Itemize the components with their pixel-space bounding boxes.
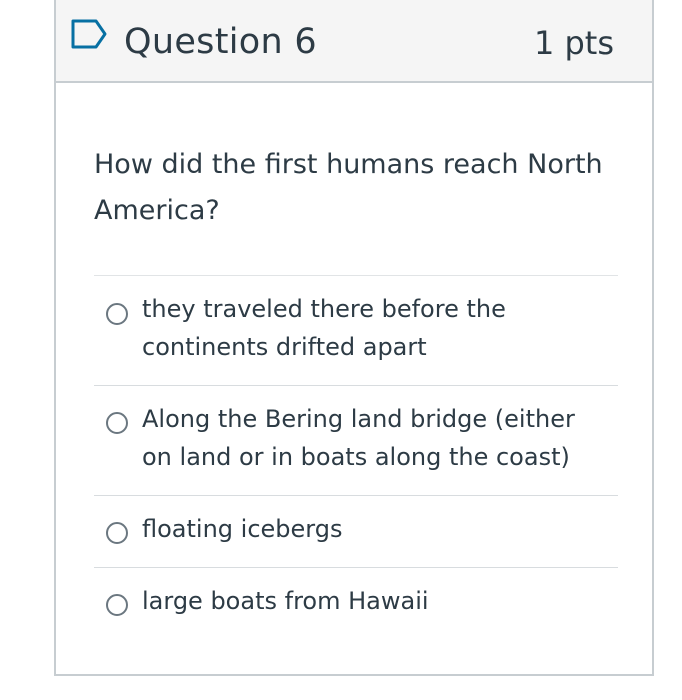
- answer-option-4[interactable]: large boats from Hawaii: [94, 568, 618, 640]
- answer-label[interactable]: they traveled there before the continent…: [142, 290, 602, 366]
- answer-label[interactable]: floating icebergs: [142, 510, 602, 548]
- question-points: 1 pts: [533, 24, 614, 62]
- answer-label[interactable]: Along the Bering land bridge (either on …: [142, 400, 602, 476]
- question-text: How did the first humans reach North Ame…: [94, 149, 603, 226]
- radio-button[interactable]: [106, 303, 128, 325]
- question-card: Question 6 1 pts How did the first human…: [54, 0, 654, 676]
- radio-button[interactable]: [106, 522, 128, 544]
- answer-option-1[interactable]: they traveled there before the continent…: [94, 276, 618, 386]
- radio-button[interactable]: [106, 594, 128, 616]
- answer-label[interactable]: large boats from Hawaii: [142, 582, 602, 620]
- flag-question-icon[interactable]: [70, 18, 110, 50]
- answer-option-3[interactable]: floating icebergs: [94, 496, 618, 568]
- answer-option-2[interactable]: Along the Bering land bridge (either on …: [94, 386, 618, 496]
- question-header: Question 6 1 pts: [56, 0, 652, 83]
- radio-button[interactable]: [106, 412, 128, 434]
- question-title: Question 6: [124, 22, 317, 62]
- answer-list: they traveled there before the continent…: [94, 275, 618, 640]
